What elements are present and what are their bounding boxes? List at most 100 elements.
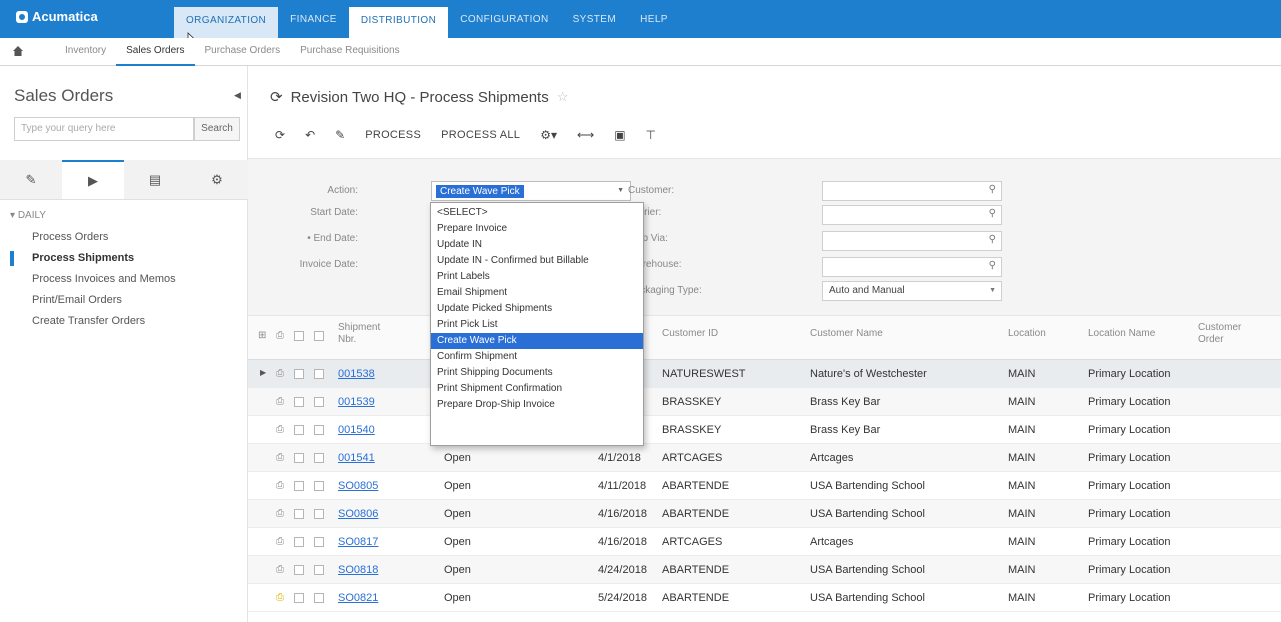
- row-select-checkbox[interactable]: [314, 593, 324, 603]
- dropdown-option[interactable]: Update IN - Confirmed but Billable: [431, 253, 643, 269]
- sidebar-search-input[interactable]: Type your query here: [14, 117, 194, 141]
- table-row[interactable]: ⎙ 001541 Open 4/1/2018 ARTCAGES Artcages MAIN P…: [248, 444, 1281, 472]
- grid-settings-icon[interactable]: ⊞: [258, 330, 266, 342]
- sidebar-search-button[interactable]: Search: [194, 117, 240, 141]
- filter-icon[interactable]: ⊤: [639, 123, 663, 147]
- table-row[interactable]: ⎙ SO0818 Open 4/24/2018 ABARTENDE USA Bartend…: [248, 556, 1281, 584]
- attachment-icon[interactable]: ⎙: [276, 592, 286, 604]
- process-button[interactable]: PROCESS: [358, 123, 428, 147]
- topnav-finance[interactable]: FINANCE: [278, 7, 349, 38]
- table-row[interactable]: ▶⎙0015384/1/2018NATURESWESTNature's of W…: [248, 360, 1281, 388]
- packaging-type-select[interactable]: Auto and Manual ▼: [822, 281, 1002, 301]
- dropdown-option[interactable]: Email Shipment: [431, 285, 643, 301]
- note-checkbox[interactable]: [294, 509, 304, 519]
- shipment-nbr-link[interactable]: SO0805: [338, 480, 378, 492]
- search-icon[interactable]: ⚲: [989, 234, 996, 245]
- dropdown-option[interactable]: Confirm Shipment: [431, 349, 643, 365]
- search-icon[interactable]: ⚲: [989, 208, 996, 219]
- search-icon[interactable]: ⚲: [989, 184, 996, 195]
- undo-icon[interactable]: ↶: [298, 123, 322, 147]
- topnav-configuration[interactable]: CONFIGURATION: [448, 7, 560, 38]
- note-checkbox[interactable]: [294, 397, 304, 407]
- table-row[interactable]: ⎙ SO0821 Open 5/24/2018 ABARTENDE USA Bartend…: [248, 584, 1281, 612]
- col-location-name[interactable]: Location Name: [1088, 328, 1155, 340]
- edit-icon[interactable]: ✎: [328, 123, 352, 147]
- row-select-checkbox[interactable]: [314, 369, 324, 379]
- row-select-checkbox[interactable]: [314, 565, 324, 575]
- dropdown-option[interactable]: <SELECT>: [431, 205, 643, 221]
- dropdown-option[interactable]: Update IN: [431, 237, 643, 253]
- app-logo[interactable]: Acumatica: [16, 9, 98, 24]
- fit-columns-icon[interactable]: ⟷: [570, 123, 601, 147]
- dropdown-option[interactable]: Print Shipping Documents: [431, 365, 643, 381]
- col-shipment-nbr[interactable]: Shipment Nbr.: [338, 322, 388, 346]
- export-excel-icon[interactable]: ▣: [607, 123, 632, 147]
- row-select-checkbox[interactable]: [314, 537, 324, 547]
- note-checkbox[interactable]: [294, 537, 304, 547]
- topnav-distribution[interactable]: DISTRIBUTION: [348, 7, 449, 38]
- col-customer-name[interactable]: Customer Name: [810, 328, 883, 340]
- topnav-help[interactable]: HELP: [628, 7, 680, 38]
- shipment-nbr-link[interactable]: 001540: [338, 424, 375, 436]
- home-icon[interactable]: [12, 45, 24, 57]
- attachment-icon[interactable]: ⎙: [276, 536, 286, 548]
- row-select-checkbox[interactable]: [314, 453, 324, 463]
- action-select[interactable]: Create Wave Pick ▼: [431, 181, 631, 201]
- dropdown-option[interactable]: Create Wave Pick: [431, 333, 643, 349]
- dropdown-option[interactable]: Update Picked Shipments: [431, 301, 643, 317]
- note-checkbox[interactable]: [294, 481, 304, 491]
- attachment-icon[interactable]: ⎙: [276, 452, 286, 464]
- shipment-nbr-link[interactable]: SO0818: [338, 564, 378, 576]
- attachment-icon[interactable]: ⎙: [276, 396, 286, 408]
- col-customer-id[interactable]: Customer ID: [662, 328, 718, 340]
- carrier-field[interactable]: ⚲: [822, 205, 1002, 225]
- table-row[interactable]: ⎙0015404/1/2018BRASSKEYBrass Key BarMAIN…: [248, 416, 1281, 444]
- shipment-nbr-link[interactable]: SO0817: [338, 536, 378, 548]
- table-row[interactable]: ⎙0015394/1/2018BRASSKEYBrass Key BarMAIN…: [248, 388, 1281, 416]
- attachment-icon[interactable]: ⎙: [276, 508, 286, 520]
- sidebar-item-create-transfer-orders[interactable]: Create Transfer Orders: [32, 311, 176, 332]
- subnav-inventory[interactable]: Inventory: [55, 38, 116, 66]
- sidebar-tab-reports[interactable]: ▤: [124, 160, 186, 199]
- attachment-icon[interactable]: ⎙: [276, 424, 286, 436]
- table-row[interactable]: ⎙ SO0817 Open 4/16/2018 ARTCAGES Artcages MAIN…: [248, 528, 1281, 556]
- col-customer-order[interactable]: Customer Order: [1198, 322, 1241, 346]
- ship-via-field[interactable]: ⚲: [822, 231, 1002, 251]
- attachment-icon[interactable]: ⎙: [276, 564, 286, 576]
- note-checkbox[interactable]: [294, 453, 304, 463]
- sidebar-item-process-invoices[interactable]: Process Invoices and Memos: [32, 269, 176, 290]
- row-select-checkbox[interactable]: [314, 397, 324, 407]
- subnav-purchase-orders[interactable]: Purchase Orders: [195, 38, 291, 66]
- note-checkbox[interactable]: [294, 593, 304, 603]
- subnav-purchase-requisitions[interactable]: Purchase Requisitions: [290, 38, 410, 66]
- note-checkbox[interactable]: [294, 565, 304, 575]
- refresh-icon[interactable]: ⟳: [268, 123, 292, 147]
- attachment-icon[interactable]: ⎙: [276, 368, 286, 380]
- subnav-sales-orders[interactable]: Sales Orders: [116, 38, 195, 66]
- sidebar-item-process-shipments[interactable]: Process Shipments: [10, 248, 176, 269]
- sidebar-item-process-orders[interactable]: Process Orders: [32, 227, 176, 248]
- shipment-nbr-link[interactable]: 001538: [338, 368, 375, 380]
- dropdown-option[interactable]: Prepare Drop-Ship Invoice: [431, 397, 643, 413]
- row-select-checkbox[interactable]: [314, 481, 324, 491]
- note-checkbox[interactable]: [294, 369, 304, 379]
- shipment-nbr-link[interactable]: SO0821: [338, 592, 378, 604]
- collapse-sidebar-icon[interactable]: ◀: [234, 90, 241, 101]
- topnav-system[interactable]: SYSTEM: [561, 7, 629, 38]
- search-icon[interactable]: ⚲: [989, 260, 996, 271]
- dropdown-option[interactable]: Print Pick List: [431, 317, 643, 333]
- sidebar-group-daily[interactable]: ▾ DAILY: [10, 210, 176, 221]
- select-all-checkbox[interactable]: [314, 331, 324, 341]
- shipment-nbr-link[interactable]: SO0806: [338, 508, 378, 520]
- table-row[interactable]: ⎙ SO0805 Open 4/11/2018 ABARTENDE USA Bartend…: [248, 472, 1281, 500]
- row-select-checkbox[interactable]: [314, 509, 324, 519]
- schedule-menu-icon[interactable]: ⚙▾: [533, 123, 564, 147]
- row-select-checkbox[interactable]: [314, 425, 324, 435]
- dropdown-option[interactable]: Print Labels: [431, 269, 643, 285]
- notes-column-checkbox[interactable]: [294, 331, 304, 341]
- col-location[interactable]: Location: [1008, 328, 1046, 340]
- dropdown-option[interactable]: Print Shipment Confirmation: [431, 381, 643, 397]
- sidebar-tab-processes[interactable]: ▶: [62, 160, 124, 199]
- process-all-button[interactable]: PROCESS ALL: [434, 123, 527, 147]
- attachment-icon[interactable]: ⎙: [276, 480, 286, 492]
